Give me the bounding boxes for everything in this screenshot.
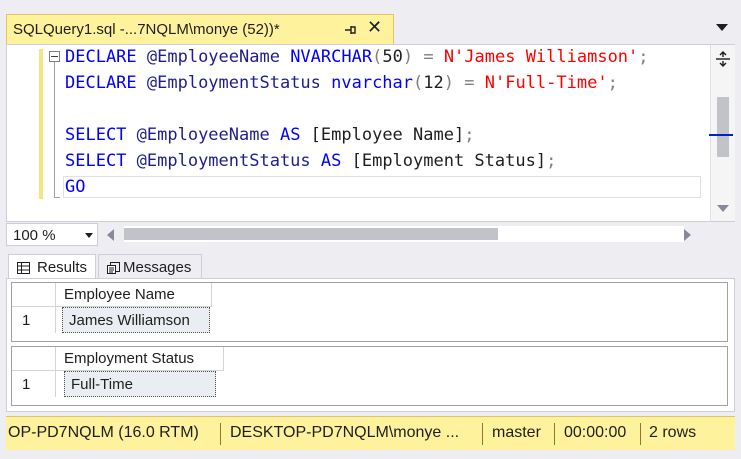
status-divider	[640, 423, 641, 445]
tab-results[interactable]: Results	[8, 254, 96, 280]
code-line[interactable]: DECLARE @EmployeeName NVARCHAR(50) = N'J…	[65, 45, 649, 69]
query-tab[interactable]: SQLQuery1.sql -...7NQLM\monye (52))* ✕	[6, 14, 394, 44]
scroll-right-icon[interactable]	[684, 229, 692, 241]
code-token: )	[443, 73, 454, 93]
outline-end	[54, 197, 60, 198]
status-divider	[482, 423, 483, 445]
code-token: AS	[320, 151, 342, 171]
result-cell[interactable]: James Williamson	[62, 307, 210, 333]
current-line-highlight	[63, 176, 701, 198]
row-number[interactable]: 1	[12, 307, 56, 333]
dropdown-icon[interactable]	[716, 24, 728, 32]
row-number[interactable]: 1	[12, 371, 56, 397]
code-line[interactable]: GO	[65, 175, 85, 199]
results-panel: Employee Name 1 James Williamson Employm…	[6, 278, 735, 412]
query-editor[interactable]: DECLARE @EmployeeName NVARCHAR(50) = N'J…	[6, 44, 735, 222]
tab-messages[interactable]: Messages	[98, 254, 202, 280]
status-divider	[220, 423, 221, 445]
column-header[interactable]: Employment Status	[56, 347, 224, 371]
query-tab-title[interactable]: SQLQuery1.sql -...7NQLM\monye (52))*	[13, 21, 280, 38]
zoom-select[interactable]: 100 %	[6, 223, 98, 246]
code-token: DECLARE	[65, 47, 137, 67]
code-token: 12	[423, 73, 444, 93]
messages-icon	[107, 262, 120, 274]
code-token: ;	[638, 47, 649, 67]
document-tab-strip: SQLQuery1.sql -...7NQLM\monye (52))* ✕	[0, 0, 741, 44]
status-rows: 2 rows	[649, 424, 697, 441]
code-token: ;	[546, 151, 557, 171]
status-database: master	[492, 424, 541, 441]
code-token: 50	[382, 47, 403, 67]
editor-footer: 100 %	[6, 222, 735, 248]
code-token: N'Full-Time'	[484, 73, 608, 93]
outline-line	[54, 62, 55, 198]
results-tab-strip: Results Messages	[6, 252, 735, 280]
pin-icon[interactable]	[343, 23, 357, 37]
result-grid[interactable]: Employee Name 1 James Williamson	[11, 282, 728, 342]
result-grid[interactable]: Employment Status 1 Full-Time	[11, 346, 728, 406]
code-token: @EmployeeName	[136, 47, 291, 67]
status-server: OP-PD7NQLM (16.0 RTM)	[8, 424, 199, 441]
scroll-left-icon[interactable]	[106, 229, 114, 241]
code-token: =	[423, 47, 434, 67]
grid-icon	[17, 262, 30, 274]
grid-corner	[12, 347, 56, 371]
code-token: =	[464, 73, 475, 93]
status-user: DESKTOP-PD7NQLM\monye ...	[230, 424, 460, 441]
code-token: GO	[65, 177, 86, 197]
scroll-down-icon[interactable]	[717, 205, 729, 213]
code-token: AS	[279, 125, 301, 145]
tab-messages-label: Messages	[123, 259, 192, 276]
collapse-icon[interactable]	[49, 51, 60, 62]
zoom-value: 100 %	[13, 227, 56, 244]
grid-corner	[12, 283, 56, 307]
change-tracking-bar	[39, 49, 43, 199]
code-token: @EmployeeName	[126, 125, 280, 145]
chevron-down-icon[interactable]	[85, 233, 93, 238]
code-token: N'James Williamson'	[443, 47, 639, 67]
status-bar: OP-PD7NQLM (16.0 RTM) DESKTOP-PD7NQLM\mo…	[6, 416, 735, 450]
code-token: )	[402, 47, 414, 67]
code-token: DECLARE	[65, 73, 137, 93]
status-divider	[554, 423, 555, 445]
code-token: [Employment Status]	[341, 151, 547, 171]
code-token: [Employee Name]	[300, 125, 465, 145]
status-elapsed: 00:00:00	[564, 424, 627, 441]
code-token: nvarchar	[331, 73, 414, 93]
tab-results-label: Results	[37, 259, 88, 276]
code-token: SELECT	[65, 151, 127, 171]
close-icon[interactable]: ✕	[367, 19, 382, 37]
code-token: ;	[464, 125, 475, 145]
split-icon[interactable]	[715, 51, 731, 67]
code-token: NVARCHAR	[290, 47, 373, 67]
column-header[interactable]: Employee Name	[56, 283, 212, 307]
code-token: SELECT	[65, 125, 127, 145]
code-token: @EmploymentStatus	[136, 73, 332, 93]
vertical-scroll-thumb[interactable]	[717, 97, 729, 157]
code-line[interactable]: DECLARE @EmploymentStatus nvarchar(12) =…	[65, 71, 618, 95]
code-line[interactable]: SELECT @EmploymentStatus AS [Employment …	[65, 149, 556, 173]
code-token: (	[372, 47, 383, 67]
code-line[interactable]: SELECT @EmployeeName AS [Employee Name];	[65, 123, 474, 147]
horizontal-scroll-thumb[interactable]	[124, 228, 498, 240]
code-token: ;	[607, 73, 618, 93]
vertical-scrollbar[interactable]	[709, 45, 735, 221]
caret-position-marker	[709, 134, 733, 136]
code-token: @EmploymentStatus	[126, 151, 321, 171]
result-cell[interactable]: Full-Time	[64, 371, 216, 397]
code-token: (	[413, 73, 424, 93]
